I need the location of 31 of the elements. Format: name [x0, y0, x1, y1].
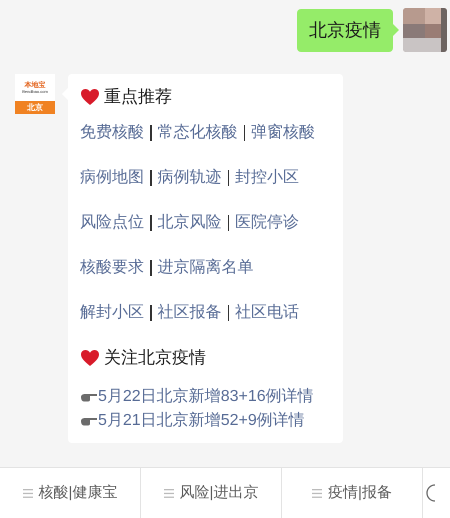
heart-icon — [80, 88, 100, 106]
section-heading: 关注北京疫情 — [104, 347, 206, 370]
link[interactable]: 社区报备 — [158, 300, 222, 324]
menu-button[interactable]: 疫情|报备 — [282, 468, 423, 518]
link[interactable]: 封控小区 — [235, 166, 299, 190]
link[interactable]: 解封小区 — [80, 300, 144, 324]
news-link[interactable]: 5月21日北京新增52+9例详情 — [98, 412, 305, 429]
link[interactable]: 核酸要求 — [80, 256, 144, 280]
menu-icon — [22, 488, 33, 498]
pointing-hand-icon — [80, 416, 98, 426]
bubble-tail-icon — [393, 24, 399, 36]
link[interactable]: 风险点位 — [80, 210, 144, 234]
news-link[interactable]: 5月22日北京新增83+16例详情 — [98, 388, 314, 405]
link[interactable]: 病例地图 — [80, 166, 144, 190]
link[interactable]: 北京风险 — [158, 210, 222, 234]
pointing-hand-icon — [80, 392, 98, 402]
message-bubble: 北京疫情 — [297, 9, 393, 52]
menu-button[interactable]: 核酸|健康宝 — [0, 468, 141, 518]
link[interactable]: 弹窗核酸 — [251, 120, 315, 144]
link[interactable]: 社区电话 — [235, 300, 299, 324]
link[interactable]: 病例轨迹 — [158, 166, 222, 190]
link[interactable]: 免费核酸 — [80, 120, 144, 144]
heart-icon — [80, 349, 100, 367]
menu-icon — [164, 488, 174, 498]
menu-button[interactable]: 风险|进出京 — [141, 468, 282, 518]
link[interactable]: 医院停诊 — [235, 210, 299, 234]
logo-text: 北京 — [27, 104, 43, 112]
link[interactable]: 进京隔离名单 — [158, 256, 254, 280]
link[interactable]: 常态化核酸 — [158, 120, 238, 144]
menu-icon — [312, 488, 322, 498]
section-heading: 重点推荐 — [104, 86, 172, 108]
